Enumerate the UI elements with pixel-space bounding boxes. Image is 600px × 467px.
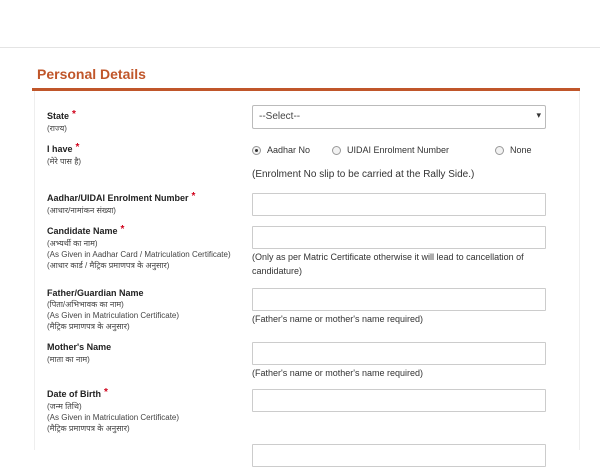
father-name-input[interactable] [252, 288, 546, 311]
required-asterisk: * [120, 224, 125, 235]
mother-name-hindi: (माता का नाम) [47, 355, 90, 364]
mother-name-input[interactable] [252, 342, 546, 365]
next-field-input[interactable] [252, 444, 546, 467]
candidate-name-input[interactable] [252, 226, 546, 249]
dob-sub: (जन्म तिथि) (As Given in Matriculation C… [47, 402, 180, 433]
required-asterisk: * [72, 109, 76, 120]
candidate-name-label: Candidate Name * [47, 224, 125, 236]
radio-unchecked-icon [332, 145, 341, 155]
radio-uidai-enrolment[interactable]: UIDAI Enrolment Number [332, 145, 449, 155]
radio-unchecked-icon [495, 145, 504, 155]
required-asterisk: * [191, 191, 196, 202]
top-header-band [0, 0, 600, 48]
section-title: Personal Details [37, 66, 146, 82]
required-asterisk: * [75, 142, 80, 153]
state-label: State * [47, 109, 76, 121]
i-have-label: I have * [47, 142, 80, 154]
radio-checked-icon [252, 145, 261, 155]
aadhar-label-hindi: (आधार/नामांकन संख्या) [47, 206, 116, 215]
father-name-sub: (पिता/अभिभावक का नाम) (As Given in Matri… [47, 300, 180, 331]
father-name-hint: (Father's name or mother's name required… [252, 314, 424, 324]
chevron-down-icon: ▾ [536, 110, 541, 120]
aadhar-label: Aadhar/UIDAI Enrolment Number * [47, 191, 196, 203]
state-select[interactable]: --Select-- ▾ [252, 105, 546, 129]
radio-none[interactable]: None [495, 145, 532, 155]
i-have-label-hindi: (मेरे पास है) [47, 157, 82, 166]
radio-aadhar-no[interactable]: Aadhar No [252, 145, 310, 155]
state-label-hindi: (राज्य) [47, 124, 67, 133]
father-name-label: Father/Guardian Name [47, 288, 144, 298]
enrolment-note: (Enrolment No slip to be carried at the … [252, 169, 475, 180]
candidate-name-hint: (Only as per Matric Certificate otherwis… [252, 252, 524, 276]
state-select-value: --Select-- [259, 111, 301, 122]
dob-label: Date of Birth * [47, 387, 108, 399]
required-asterisk: * [104, 387, 108, 398]
aadhar-input[interactable] [252, 193, 546, 216]
candidate-name-sub: (अभ्यर्थी का नाम) (As Given in Aadhar Ca… [47, 239, 231, 270]
mother-name-label: Mother's Name [47, 342, 112, 352]
mother-name-hint: (Father's name or mother's name required… [252, 368, 424, 378]
dob-input[interactable] [252, 389, 546, 412]
